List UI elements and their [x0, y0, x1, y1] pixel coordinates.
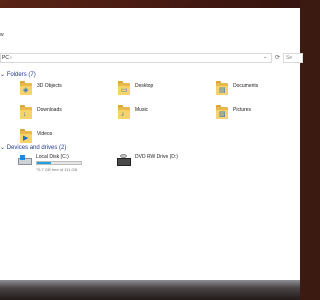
documents-folder-icon: ▤: [216, 81, 228, 95]
folder-label: Desktop: [135, 83, 154, 89]
folder-label: Music: [135, 107, 149, 113]
drives-section-header[interactable]: ⌄ Devices and drives (2): [0, 144, 66, 151]
desktop-folder-icon: ▭: [118, 81, 130, 95]
drive-usage-fill: [37, 162, 52, 164]
hard-drive-icon: [18, 155, 32, 165]
chevron-down-icon[interactable]: ⌄: [0, 145, 7, 151]
drive-usage-bar: [36, 161, 82, 165]
drives-section-title: Devices and drives (2): [6, 145, 67, 151]
drive-label: Local Disk (C:): [36, 154, 69, 160]
chevron-down-icon[interactable]: ⌄: [0, 72, 7, 78]
address-field[interactable]: PC › ⌄: [0, 53, 272, 63]
search-placeholder: Se: [286, 55, 293, 61]
folders-section-title: Folders (7): [6, 72, 36, 78]
chevron-down-icon[interactable]: ⌄: [263, 54, 267, 60]
folders-section-header[interactable]: ⌄ Folders (7): [0, 71, 36, 78]
ribbon-label: w: [0, 32, 4, 38]
refresh-icon[interactable]: ⟳: [275, 54, 280, 61]
folder-label: Downloads: [37, 107, 62, 113]
file-explorer-window: w PC › ⌄ ⟳ Se ⌄ Folders (7) ◈ 3D Objects…: [0, 8, 303, 280]
drive-free-space: 75.7 GB free of 111 GB: [36, 167, 78, 172]
videos-folder-icon: ▶: [20, 129, 32, 143]
folder-label: Pictures: [233, 107, 252, 113]
folder-label: Documents: [233, 83, 259, 89]
chevron-right-icon[interactable]: ›: [10, 55, 12, 61]
title-bar: [0, 8, 300, 34]
folder-label: Videos: [37, 131, 53, 137]
downloads-folder-icon: ↓: [20, 105, 32, 119]
3d-objects-folder-icon: ◈: [20, 81, 32, 95]
pictures-folder-icon: ▨: [216, 105, 228, 119]
search-input[interactable]: Se: [283, 53, 303, 63]
dvd-drive-icon: [117, 154, 131, 166]
folder-label: 3D Objects: [37, 83, 62, 89]
drive-label: DVD RW Drive (D:): [135, 154, 178, 160]
music-folder-icon: ♪: [118, 105, 130, 119]
address-bar: PC › ⌄ ⟳ Se: [0, 53, 303, 65]
address-path: PC: [2, 55, 9, 61]
